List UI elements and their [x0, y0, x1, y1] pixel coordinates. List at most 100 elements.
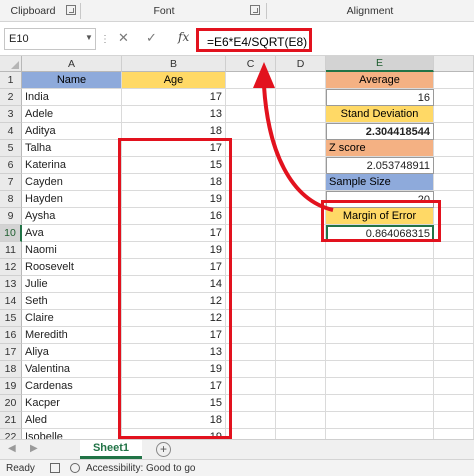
age-cell[interactable]: 15: [122, 395, 226, 412]
grid-cell[interactable]: [276, 174, 326, 191]
name-cell[interactable]: Seth: [22, 293, 122, 310]
grid-cell[interactable]: [434, 157, 474, 174]
column-header-e[interactable]: E: [326, 56, 434, 72]
grid-cell[interactable]: [434, 208, 474, 225]
grid-cell[interactable]: [276, 293, 326, 310]
sample-size-label[interactable]: Sample Size: [326, 174, 434, 191]
stdev-value[interactable]: 2.304418544: [326, 123, 434, 140]
name-cell[interactable]: India: [22, 89, 122, 106]
grid-cell[interactable]: [326, 361, 434, 378]
column-header-f[interactable]: [434, 56, 474, 72]
row-header[interactable]: 12: [0, 259, 22, 276]
grid-cell[interactable]: [326, 429, 434, 439]
row-header[interactable]: 14: [0, 293, 22, 310]
row-header[interactable]: 1: [0, 72, 22, 89]
row-header[interactable]: 19: [0, 378, 22, 395]
row-header[interactable]: 15: [0, 310, 22, 327]
age-cell[interactable]: 13: [122, 344, 226, 361]
grid-cell[interactable]: [434, 191, 474, 208]
column-header-b[interactable]: B: [122, 56, 226, 72]
grid-cell[interactable]: [226, 89, 276, 106]
status-accessibility[interactable]: Accessibility: Good to go: [86, 463, 196, 474]
row-header[interactable]: 10: [0, 225, 22, 242]
row-header[interactable]: 17: [0, 344, 22, 361]
age-cell[interactable]: 18: [122, 412, 226, 429]
grid-cell[interactable]: [226, 123, 276, 140]
grid-cell[interactable]: [226, 310, 276, 327]
grid-cell[interactable]: [276, 225, 326, 242]
grid-cell[interactable]: [276, 89, 326, 106]
name-cell[interactable]: Cayden: [22, 174, 122, 191]
row-header[interactable]: 11: [0, 242, 22, 259]
name-cell[interactable]: Ava: [22, 225, 122, 242]
grid-cell[interactable]: [434, 106, 474, 123]
grid-cell[interactable]: [434, 72, 474, 89]
age-cell[interactable]: 14: [122, 276, 226, 293]
grid-cell[interactable]: [276, 191, 326, 208]
row-header[interactable]: 16: [0, 327, 22, 344]
macro-record-icon[interactable]: [50, 463, 60, 473]
grid-cell[interactable]: [226, 327, 276, 344]
age-cell[interactable]: 15: [122, 157, 226, 174]
age-cell[interactable]: 17: [122, 378, 226, 395]
column-header-a[interactable]: A: [22, 56, 122, 72]
name-cell[interactable]: Kacper: [22, 395, 122, 412]
age-cell[interactable]: 12: [122, 293, 226, 310]
grid-cell[interactable]: [276, 429, 326, 439]
grid-cell[interactable]: [276, 378, 326, 395]
age-cell[interactable]: 17: [122, 327, 226, 344]
grid-cell[interactable]: [226, 157, 276, 174]
row-header[interactable]: 7: [0, 174, 22, 191]
grid-cell[interactable]: [226, 259, 276, 276]
column-header-c[interactable]: C: [226, 56, 276, 72]
name-cell[interactable]: Claire: [22, 310, 122, 327]
grid-cell[interactable]: [276, 259, 326, 276]
grid-cell[interactable]: [226, 242, 276, 259]
grid-cell[interactable]: [434, 293, 474, 310]
row-header[interactable]: 22: [0, 429, 22, 439]
grid-cell[interactable]: [434, 395, 474, 412]
age-cell[interactable]: 16: [122, 208, 226, 225]
stdev-label[interactable]: Stand Deviation: [326, 106, 434, 123]
grid-cell[interactable]: [276, 72, 326, 89]
row-header[interactable]: 3: [0, 106, 22, 123]
grid-cell[interactable]: [434, 361, 474, 378]
z-score-value[interactable]: 2.053748911: [326, 157, 434, 174]
name-cell[interactable]: Meredith: [22, 327, 122, 344]
grid-cell[interactable]: [434, 259, 474, 276]
grid-cell[interactable]: [226, 429, 276, 439]
prev-sheet-icon[interactable]: ◀: [8, 443, 16, 454]
age-cell[interactable]: 13: [122, 106, 226, 123]
margin-of-error-value[interactable]: 0.864068315: [326, 225, 434, 242]
row-header[interactable]: 20: [0, 395, 22, 412]
grid-cell[interactable]: [276, 242, 326, 259]
age-cell[interactable]: 17: [122, 259, 226, 276]
grid-cell[interactable]: [276, 395, 326, 412]
row-header[interactable]: 18: [0, 361, 22, 378]
grid-cell[interactable]: [226, 293, 276, 310]
grid-cell[interactable]: [226, 140, 276, 157]
row-header[interactable]: 9: [0, 208, 22, 225]
row-header[interactable]: 21: [0, 412, 22, 429]
name-cell[interactable]: Aled: [22, 412, 122, 429]
grid-cell[interactable]: [434, 412, 474, 429]
row-header[interactable]: 8: [0, 191, 22, 208]
name-cell[interactable]: Aliya: [22, 344, 122, 361]
grid-cell[interactable]: [226, 412, 276, 429]
grid-cell[interactable]: [434, 89, 474, 106]
z-score-label[interactable]: Z score: [326, 140, 434, 157]
age-cell[interactable]: 17: [122, 89, 226, 106]
age-cell[interactable]: 17: [122, 140, 226, 157]
name-cell[interactable]: Aysha: [22, 208, 122, 225]
clipboard-launcher-icon[interactable]: [66, 5, 76, 15]
grid-cell[interactable]: [434, 123, 474, 140]
grid-cell[interactable]: [434, 242, 474, 259]
grid-cell[interactable]: [326, 242, 434, 259]
name-cell[interactable]: Valentina: [22, 361, 122, 378]
age-cell[interactable]: 18: [122, 123, 226, 140]
next-sheet-icon[interactable]: ▶: [30, 443, 38, 454]
grid-cell[interactable]: [226, 395, 276, 412]
grid-cell[interactable]: [326, 259, 434, 276]
insert-function-icon[interactable]: fx: [178, 30, 189, 44]
header-cell-age[interactable]: Age: [122, 72, 226, 89]
